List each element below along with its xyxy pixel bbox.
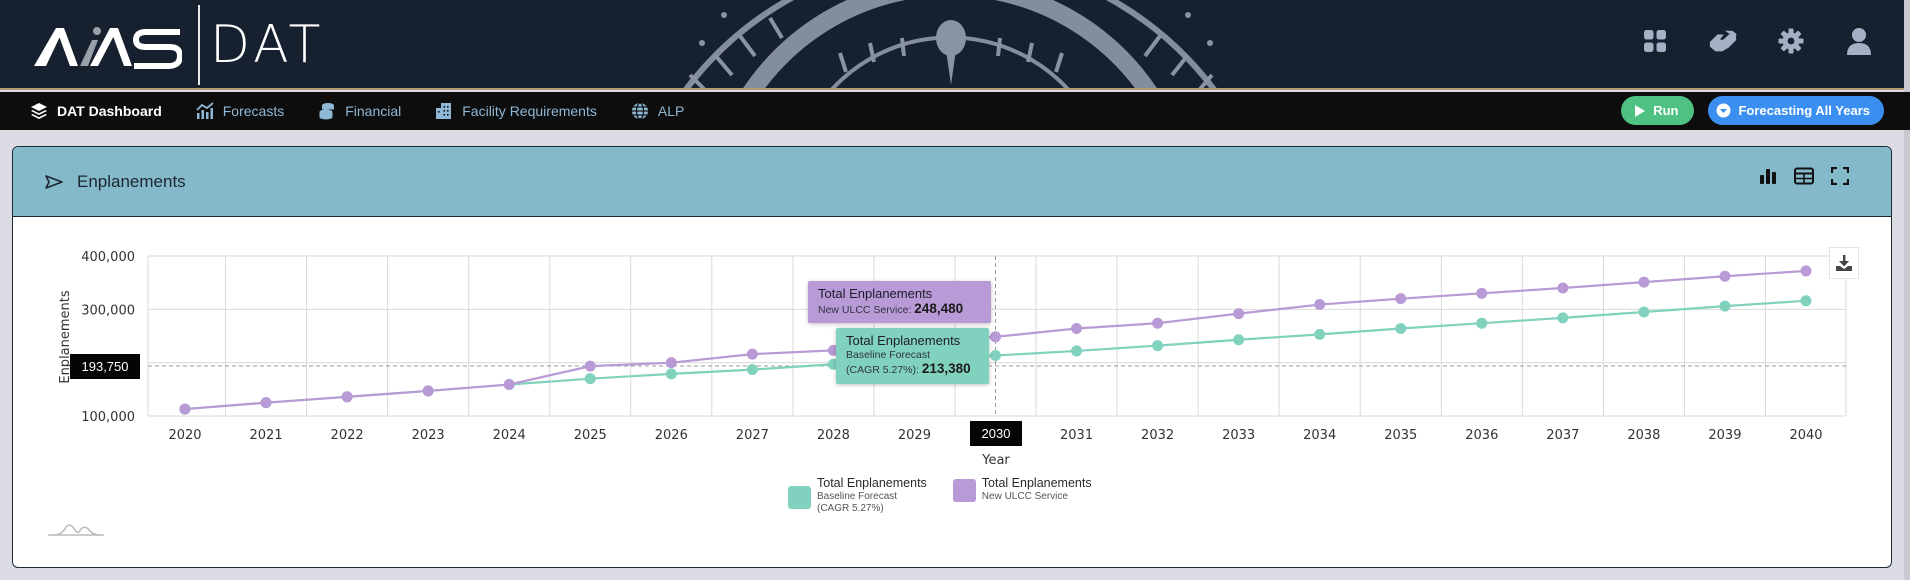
page-scrollbar[interactable] (1904, 0, 1910, 580)
legend-item-baseline[interactable]: Total Enplanements Baseline Forecast (CA… (788, 476, 927, 515)
chart-line-icon (196, 102, 214, 119)
apps-grid-icon[interactable] (1640, 26, 1670, 56)
gear-icon[interactable] (1776, 26, 1806, 56)
nav-item-label: Facility Requirements (462, 103, 597, 119)
legend-swatch-ulcc (952, 479, 976, 502)
table-icon (1794, 167, 1814, 185)
forecasting-all-years-button[interactable]: Forecasting All Years (1708, 96, 1884, 125)
legend-swatch-baseline (788, 486, 811, 509)
tooltip-ulcc: Total Enplanements New ULCC Service: 248… (808, 281, 991, 323)
nav-item-label: DAT Dashboard (57, 103, 162, 119)
legend-subtitle: New ULCC Service (981, 491, 1068, 502)
chart-legend: Total Enplanements Baseline Forecast (CA… (788, 476, 1092, 515)
nav-item-alp[interactable]: ALP (631, 92, 684, 130)
tooltip-baseline-series-cagr: (CAGR 5.27%) (846, 364, 917, 376)
fullscreen-button[interactable] (1829, 165, 1851, 187)
legend-title: Total Enplanements (981, 476, 1092, 490)
card-title: Enplanements (77, 171, 186, 191)
main-nav: DAT Dashboard Forecasts Financial Facili… (0, 92, 1910, 130)
tooltip-baseline-title: Total Enplanements (846, 333, 961, 348)
user-icon[interactable] (1844, 26, 1874, 56)
card-header: Enplanements (13, 147, 1891, 217)
nav-item-label: Forecasts (222, 103, 285, 119)
tooltip-ulcc-series: New ULCC Service (818, 304, 909, 316)
globe-icon (631, 102, 648, 120)
nav-item-label: ALP (657, 103, 685, 119)
compass-decoration-icon (683, 0, 1217, 88)
bar-chart-view-button[interactable] (1757, 165, 1779, 187)
tooltip-baseline: Total Enplanements Baseline Forecast (CA… (836, 328, 989, 384)
legend-subtitle: (CAGR 5.27%) (817, 503, 884, 514)
tooltip-ulcc-title: Total Enplanements (818, 286, 933, 301)
logo-divider (198, 5, 200, 85)
play-icon (1635, 104, 1646, 117)
logo-dat-text: DAT (210, 15, 325, 75)
layers-icon (31, 103, 47, 119)
chevron-down-circle-icon (1716, 103, 1731, 118)
download-icon (1836, 255, 1852, 271)
aias-logo-icon (34, 27, 182, 69)
forecasting-all-years-label: Forecasting All Years (1738, 103, 1870, 118)
building-icon (436, 103, 452, 119)
nav-item-label: Financial (345, 103, 402, 119)
range-navigator-icon[interactable] (48, 520, 104, 538)
bar-chart-icon (1760, 169, 1776, 184)
download-button[interactable] (1829, 247, 1859, 279)
coins-icon (319, 103, 335, 120)
legend-item-ulcc[interactable]: Total Enplanements New ULCC Service (952, 476, 1092, 515)
tooltip-baseline-value: 213,380 (921, 361, 971, 376)
legend-title: Total Enplanements (817, 476, 927, 490)
y-crosshair-label: 193,750 (70, 354, 140, 379)
table-view-button[interactable] (1793, 165, 1815, 187)
nav-item-forecasts[interactable]: Forecasts (196, 92, 284, 130)
legend-subtitle: Baseline Forecast (817, 491, 898, 502)
top-header: DAT (0, 0, 1910, 90)
fullscreen-icon (1831, 167, 1849, 185)
app-logo[interactable]: DAT (34, 5, 325, 85)
tooltip-ulcc-value: 248,480 (914, 301, 964, 316)
nav-item-facility-requirements[interactable]: Facility Requirements (435, 92, 597, 130)
nav-item-financial[interactable]: Financial (318, 92, 401, 130)
run-button[interactable]: Run (1621, 96, 1695, 125)
handshake-icon[interactable] (1708, 26, 1738, 56)
nav-item-dat-dashboard[interactable]: DAT Dashboard (30, 92, 162, 130)
run-button-label: Run (1653, 103, 1679, 118)
paper-plane-icon (45, 174, 63, 189)
x-crosshair-label: 2030 (970, 421, 1022, 446)
